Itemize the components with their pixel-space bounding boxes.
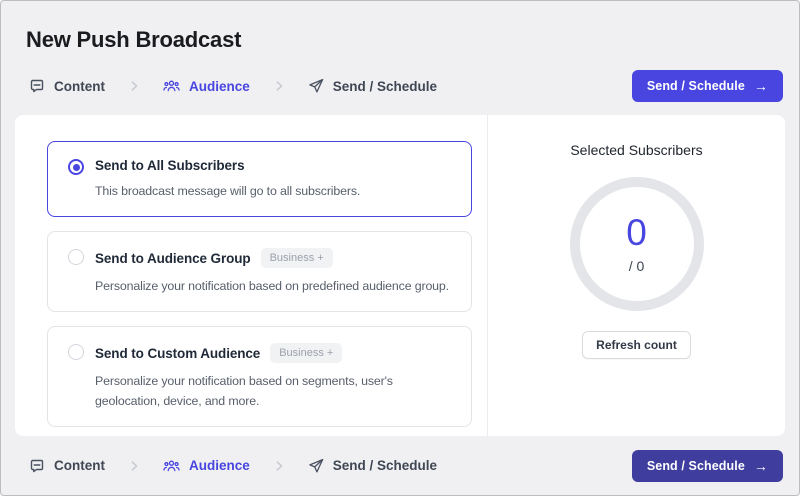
option-body: Send to Audience Group Business + Person…	[95, 248, 455, 296]
paper-plane-icon	[308, 78, 324, 94]
header-row: Content	[25, 70, 783, 115]
audience-options-list: Send to All Subscribers This broadcast m…	[15, 115, 488, 436]
main-panel: Send to All Subscribers This broadcast m…	[15, 115, 785, 436]
stepper-bottom: Content Audience	[29, 458, 437, 474]
step-content-label: Content	[54, 79, 105, 94]
option-title: Send to All Subscribers	[95, 158, 244, 173]
radio-custom-audience[interactable]	[68, 344, 84, 360]
radio-all-subscribers[interactable]	[68, 159, 84, 175]
send-schedule-button-top[interactable]: Send / Schedule →	[632, 70, 783, 102]
radio-audience-group[interactable]	[68, 249, 84, 265]
chevron-right-icon	[127, 79, 141, 93]
option-body: Send to Custom Audience Business + Perso…	[95, 343, 455, 410]
option-card-2[interactable]: Send to Custom Audience Business + Perso…	[47, 326, 472, 426]
arrow-right-icon: →	[754, 459, 768, 473]
step-audience-label: Audience	[189, 79, 250, 94]
summary-title: Selected Subscribers	[570, 142, 702, 158]
header: New Push Broadcast Content	[1, 1, 799, 115]
send-schedule-button-bottom[interactable]: Send / Schedule →	[632, 450, 783, 482]
summary-panel: Selected Subscribers 0 / 0 Refresh count	[488, 115, 785, 436]
option-body: Send to All Subscribers This broadcast m…	[95, 158, 455, 201]
business-plus-badge: Business +	[261, 248, 333, 268]
option-card-0[interactable]: Send to All Subscribers This broadcast m…	[47, 141, 472, 217]
chat-icon	[29, 458, 45, 474]
step-content[interactable]: Content	[29, 458, 105, 474]
send-schedule-button-label: Send / Schedule	[647, 79, 745, 93]
step-audience[interactable]: Audience	[163, 78, 250, 94]
chevron-right-icon	[127, 459, 141, 473]
chevron-right-icon	[272, 459, 286, 473]
users-icon	[163, 78, 180, 94]
option-description: This broadcast message will go to all su…	[95, 182, 455, 201]
option-card-1[interactable]: Send to Audience Group Business + Person…	[47, 231, 472, 312]
step-audience-label: Audience	[189, 458, 250, 473]
step-audience[interactable]: Audience	[163, 458, 250, 474]
step-content-label: Content	[54, 458, 105, 473]
subscriber-total: / 0	[629, 258, 645, 274]
send-schedule-button-label: Send / Schedule	[647, 459, 745, 473]
option-title: Send to Custom Audience	[95, 346, 260, 361]
step-send-schedule-label: Send / Schedule	[333, 79, 437, 94]
users-icon	[163, 458, 180, 474]
option-title: Send to Audience Group	[95, 251, 251, 266]
option-description: Personalize your notification based on s…	[95, 372, 455, 410]
subscriber-count: 0	[626, 214, 647, 251]
stepper-top: Content	[29, 78, 437, 94]
chat-icon	[29, 78, 45, 94]
step-send-schedule-label: Send / Schedule	[333, 458, 437, 473]
page-title: New Push Broadcast	[26, 27, 783, 53]
refresh-count-button[interactable]: Refresh count	[582, 331, 691, 359]
option-description: Personalize your notification based on p…	[95, 277, 455, 296]
step-content[interactable]: Content	[29, 78, 105, 94]
paper-plane-icon	[308, 458, 324, 474]
subscriber-count-ring: 0 / 0	[570, 177, 704, 311]
arrow-right-icon: →	[754, 79, 768, 93]
footer: Content Audience	[1, 436, 799, 495]
chevron-right-icon	[272, 79, 286, 93]
step-send-schedule[interactable]: Send / Schedule	[308, 78, 437, 94]
push-broadcast-window: New Push Broadcast Content	[0, 0, 800, 496]
business-plus-badge: Business +	[270, 343, 342, 363]
step-send-schedule[interactable]: Send / Schedule	[308, 458, 437, 474]
